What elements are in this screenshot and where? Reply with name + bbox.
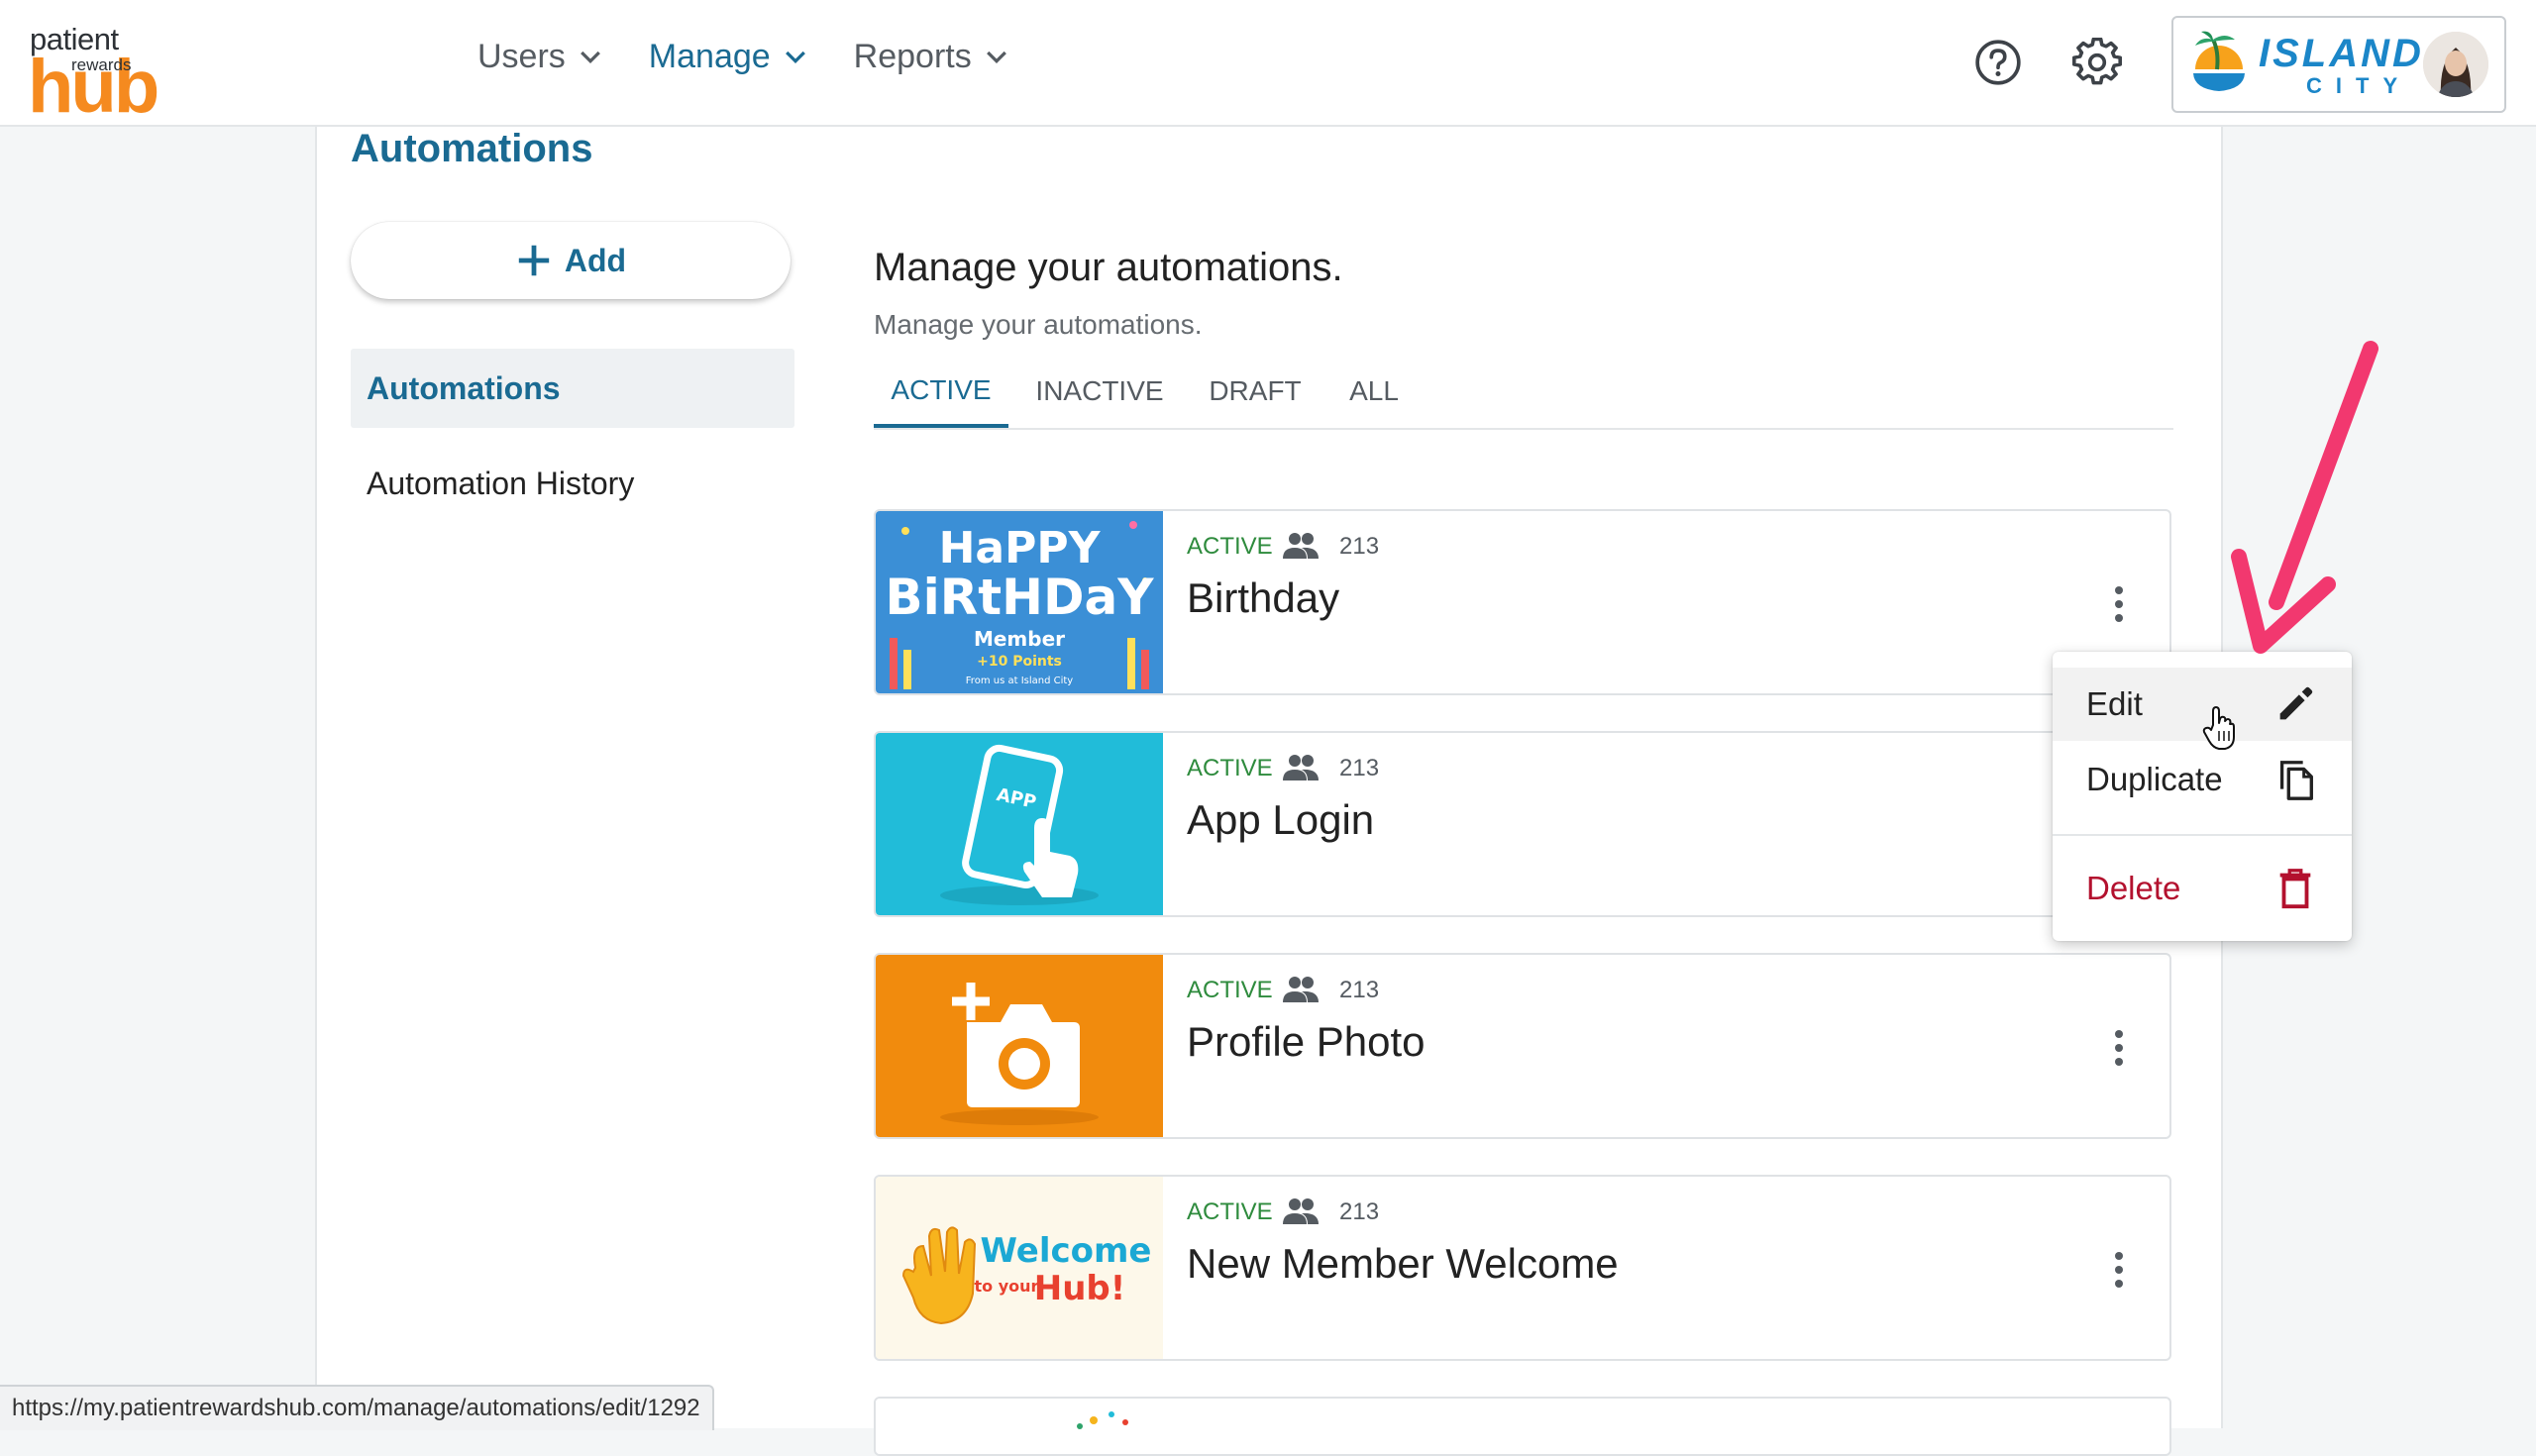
sidebar-item-label: Automations <box>367 369 561 406</box>
tab-label: ACTIVE <box>891 374 992 405</box>
annotation-arrow-icon <box>2231 341 2378 654</box>
automation-row-birthday[interactable]: HaPPY BiRtHDaY Member +10 Points From us… <box>874 509 2171 695</box>
nav-users-label: Users <box>477 38 566 75</box>
thumb-text-to-your: to your <box>975 1277 1039 1296</box>
avatar[interactable] <box>2423 32 2488 97</box>
people-icon <box>1283 977 1319 1002</box>
people-icon <box>1283 1198 1319 1224</box>
copy-icon <box>2279 761 2313 800</box>
status-badge: ACTIVE <box>1187 755 1273 781</box>
thumb-text-welcome: Welcome <box>980 1231 1151 1271</box>
add-automation-button[interactable]: Add <box>351 222 791 299</box>
menu-item-label: Delete <box>2086 870 2181 906</box>
thumb-text-from: From us at Island City <box>966 676 1074 686</box>
nav-reports[interactable]: Reports <box>854 38 1011 76</box>
link-status-bar: https://my.patientrewardshub.com/manage/… <box>0 1385 714 1430</box>
automation-row-new-member-welcome[interactable]: Welcome to your Hub! ACTIVE 213 New Memb… <box>874 1175 2171 1361</box>
thumb-text-happy: HaPPY <box>939 523 1102 573</box>
member-count: 213 <box>1339 1198 1380 1225</box>
birthday-thumbnail: HaPPY BiRtHDaY Member +10 Points From us… <box>876 511 1163 693</box>
status-badge: ACTIVE <box>1187 1198 1273 1225</box>
top-navigation-bar: patient hub rewards Users Manage Reports <box>0 0 2536 127</box>
thumb-text-birthday: BiRtHDaY <box>886 569 1155 626</box>
profile-photo-thumbnail <box>876 955 1163 1137</box>
menu-item-label: Duplicate <box>2086 761 2223 797</box>
member-count: 213 <box>1339 755 1380 781</box>
automation-name: Birthday <box>1187 574 1340 621</box>
brand-name-line2: CITY <box>2306 73 2412 98</box>
automation-row-profile-photo[interactable]: ACTIVE 213 Profile Photo <box>874 953 2171 1139</box>
automation-row-partial[interactable] <box>874 1397 2171 1456</box>
tab-all[interactable]: ALL <box>1329 357 1419 426</box>
more-options-icon[interactable] <box>2104 1026 2134 1070</box>
thumb-text-hub: Hub! <box>1034 1269 1126 1308</box>
menu-divider <box>2053 834 2352 836</box>
more-options-icon[interactable] <box>2104 1248 2134 1292</box>
section-title: Manage your automations. <box>874 246 1343 289</box>
plus-icon <box>518 245 550 276</box>
main-nav: Users Manage Reports <box>477 38 1011 76</box>
automation-name: New Member Welcome <box>1187 1240 1619 1287</box>
sidebar-item-label: Automation History <box>367 465 635 501</box>
gear-icon[interactable] <box>2072 38 2122 87</box>
main-panel: Automations Add Automations Automation H… <box>315 127 2223 1456</box>
menu-item-label: Edit <box>2086 685 2143 722</box>
people-icon <box>1283 533 1319 559</box>
tab-draft[interactable]: DRAFT <box>1191 357 1320 426</box>
patient-rewards-hub-logo[interactable]: patient hub rewards <box>28 18 159 127</box>
thumb-text-points: +10 Points <box>977 654 1062 670</box>
menu-item-duplicate[interactable]: Duplicate <box>2053 743 2352 816</box>
automation-row-app-login[interactable]: APP ACTIVE 213 App Login <box>874 731 2171 917</box>
welcome-thumbnail: Welcome to your Hub! <box>876 1177 1163 1359</box>
partial-thumbnail <box>876 1399 1163 1454</box>
sidebar-item-automations[interactable]: Automations <box>351 349 794 428</box>
tab-inactive[interactable]: INACTIVE <box>1018 357 1181 426</box>
row-context-menu: Edit Duplicate Delete <box>2053 652 2352 941</box>
help-icon[interactable] <box>1973 38 2023 87</box>
add-button-label: Add <box>564 242 627 278</box>
pencil-icon <box>2279 686 2313 720</box>
nav-reports-label: Reports <box>853 38 972 75</box>
tab-label: INACTIVE <box>1035 375 1164 406</box>
status-badge: ACTIVE <box>1187 533 1273 560</box>
chevron-down-icon <box>785 51 805 63</box>
sidebar-item-automation-history[interactable]: Automation History <box>351 444 794 523</box>
member-count: 213 <box>1339 977 1380 1003</box>
section-subtitle: Manage your automations. <box>874 309 1203 340</box>
nav-users[interactable]: Users <box>477 38 605 76</box>
trash-icon <box>2279 869 2311 909</box>
people-icon <box>1283 755 1319 780</box>
user-photo-icon <box>2423 32 2488 97</box>
tab-label: DRAFT <box>1209 375 1302 406</box>
app-login-thumbnail: APP <box>876 733 1163 915</box>
automation-name: App Login <box>1187 796 1375 843</box>
tab-active[interactable]: ACTIVE <box>874 357 1008 428</box>
island-city-logo-icon <box>2193 31 2245 91</box>
status-tabs: ACTIVE INACTIVE DRAFT ALL <box>874 357 2173 430</box>
page-title: Automations <box>351 127 593 170</box>
status-badge: ACTIVE <box>1187 977 1273 1003</box>
thumb-text-member: Member <box>974 627 1065 651</box>
menu-item-delete[interactable]: Delete <box>2053 852 2352 925</box>
hand-cursor-icon <box>2202 706 2235 750</box>
chevron-down-icon <box>986 51 1006 63</box>
tab-label: ALL <box>1349 375 1399 406</box>
member-count: 213 <box>1339 533 1380 560</box>
brand-name-line1: ISLAND <box>2259 32 2424 75</box>
nav-manage-label: Manage <box>648 38 771 75</box>
logo-text-rewards: rewards <box>71 55 132 74</box>
nav-manage[interactable]: Manage <box>649 38 810 76</box>
chevron-down-icon <box>580 51 600 63</box>
account-switcher[interactable]: ISLAND CITY <box>2171 16 2506 113</box>
more-options-icon[interactable] <box>2104 582 2134 626</box>
automation-name: Profile Photo <box>1187 1018 1426 1065</box>
